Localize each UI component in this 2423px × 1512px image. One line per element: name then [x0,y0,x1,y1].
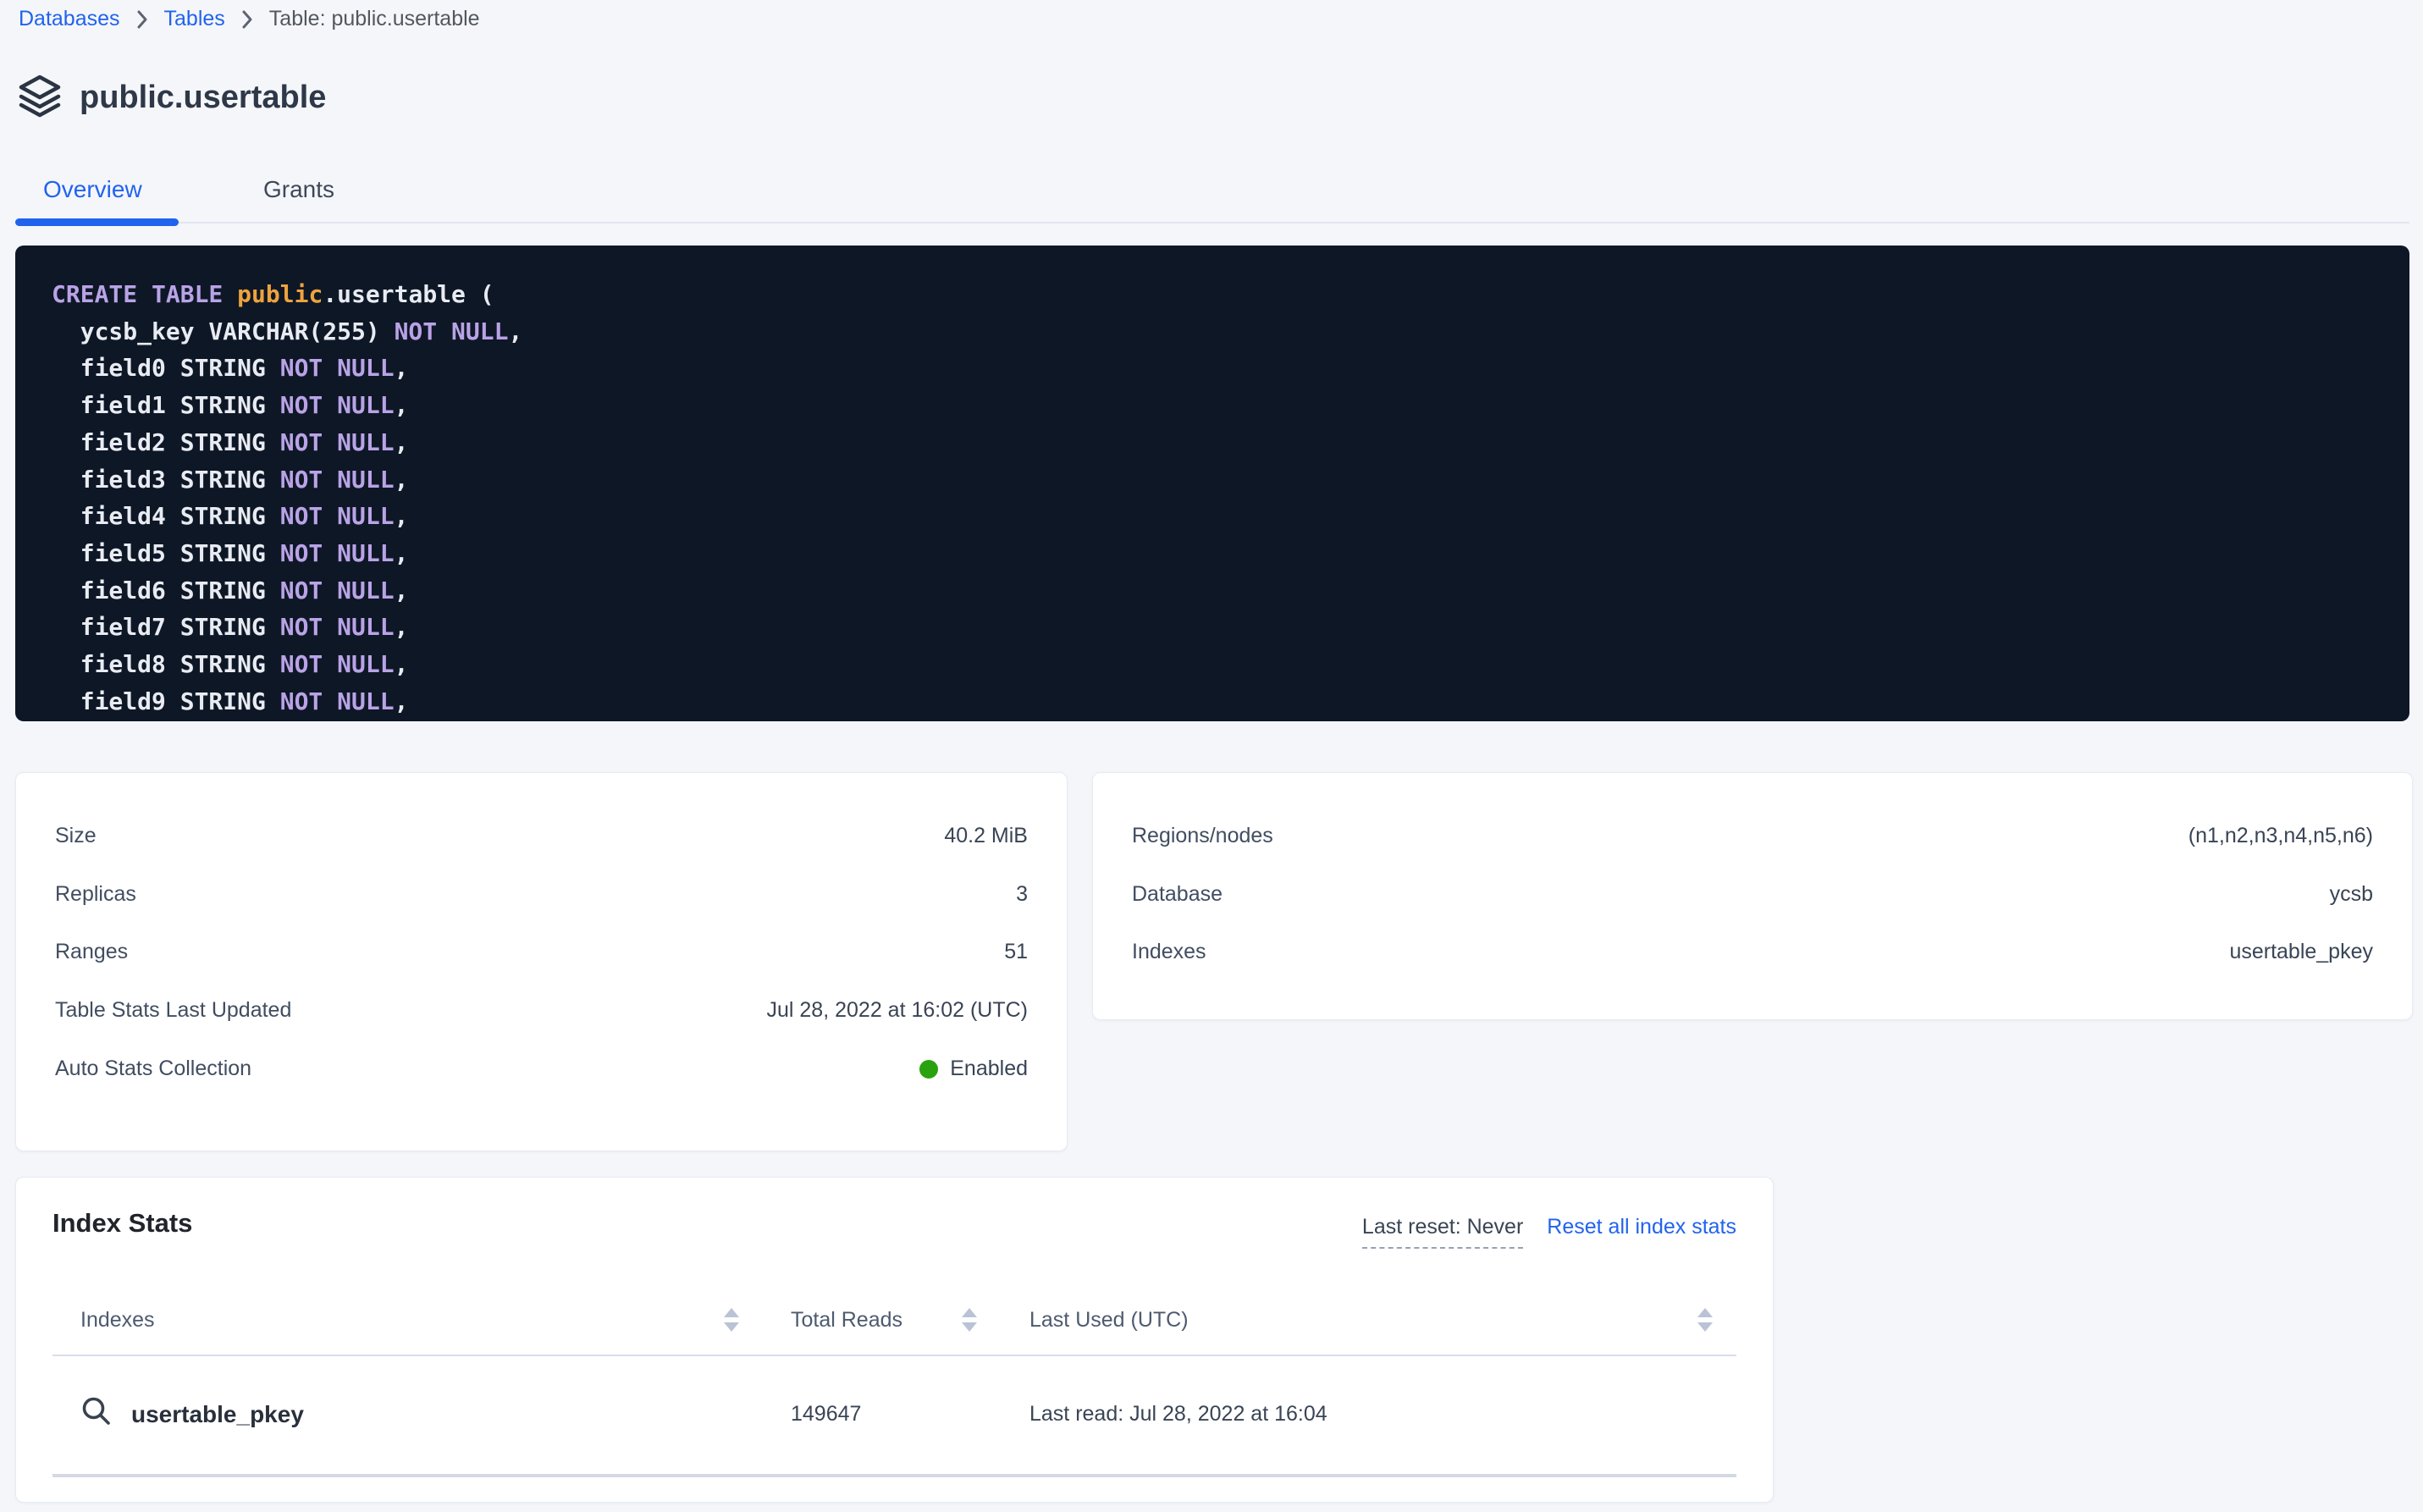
sort-carets-icon [724,1308,739,1332]
stat-row-stats-updated: Table Stats Last Updated Jul 28, 2022 at… [55,981,1028,1040]
stat-label: Auto Stats Collection [55,1057,251,1081]
tab-overview[interactable]: Overview [15,157,170,222]
sql-line: ycsb_key VARCHAR(255) NOT NULL, [52,313,2409,350]
table-row: usertable_pkey 149647 Last read: Jul 28,… [52,1355,1736,1477]
create-table-statement: CREATE TABLE public.usertable ( ycsb_key… [15,246,2409,721]
sql-line: field5 STRING NOT NULL, [52,535,2409,572]
stat-label: Replicas [55,882,136,907]
tab-bar: Overview Grants [15,157,2409,223]
status-text: Enabled [950,1057,1028,1081]
stat-value: (n1,n2,n3,n4,n5,n6) [2188,824,2373,848]
stat-label: Regions/nodes [1132,824,1273,848]
stat-row-auto-stats: Auto Stats Collection Enabled [55,1040,1028,1098]
breadcrumb-link-tables[interactable]: Tables [164,7,225,31]
stat-label: Database [1132,882,1223,907]
stat-value: 51 [1004,940,1028,964]
index-stats-card: Index Stats Last reset: Never Reset all … [15,1177,1774,1503]
sql-line: field2 STRING NOT NULL, [52,424,2409,461]
reset-index-stats-link[interactable]: Reset all index stats [1547,1215,1736,1239]
stat-row-ranges: Ranges 51 [55,924,1028,982]
sql-line: field6 STRING NOT NULL, [52,572,2409,610]
stat-value: Enabled [919,1057,1028,1081]
stat-row-size: Size 40.2 MiB [55,807,1028,865]
sort-carets-icon [1697,1308,1713,1332]
column-label: Indexes [80,1308,155,1333]
active-tab-underline [15,218,179,226]
stat-label: Size [55,824,97,848]
status-enabled-dot [919,1060,938,1079]
column-label: Total Reads [791,1308,902,1333]
stat-value: usertable_pkey [2229,940,2373,964]
tab-overview-label: Overview [43,176,142,202]
sql-line: field8 STRING NOT NULL, [52,646,2409,683]
breadcrumb: Databases Tables Table: public.usertable [19,7,480,31]
chevron-right-icon [135,8,149,30]
index-stats-title: Index Stats [52,1208,192,1239]
stat-label: Table Stats Last Updated [55,998,291,1023]
magnifier-icon [80,1395,113,1433]
last-used-cell: Last read: Jul 28, 2022 at 16:04 [987,1402,1736,1426]
sort-carets-icon [962,1308,977,1332]
tab-grants[interactable]: Grants [235,157,362,222]
stat-label: Indexes [1132,940,1206,964]
breadcrumb-current: Table: public.usertable [269,7,480,31]
stat-row-indexes: Indexes usertable_pkey [1132,924,2373,982]
index-stats-actions: Last reset: Never Reset all index stats [1362,1215,1736,1249]
column-header-total-reads[interactable]: Total Reads [763,1308,987,1333]
column-label: Last Used (UTC) [1029,1308,1189,1333]
chevron-right-icon [240,8,254,30]
stat-value: Jul 28, 2022 at 16:02 (UTC) [767,998,1029,1023]
total-reads-cell: 149647 [763,1402,987,1426]
sql-line: field9 STRING NOT NULL, [52,683,2409,720]
breadcrumb-link-databases[interactable]: Databases [19,7,120,31]
stat-row-database: Database ycsb [1132,865,2373,924]
sql-line: field4 STRING NOT NULL, [52,498,2409,535]
last-reset-label: Last reset: Never [1362,1215,1523,1249]
sql-line: CREATE TABLE public.usertable ( [52,276,2409,313]
sql-line: field3 STRING NOT NULL, [52,461,2409,499]
stack-icon [17,73,63,123]
stat-value: 3 [1016,882,1028,907]
sql-line: field0 STRING NOT NULL, [52,350,2409,387]
table-location-card: Regions/nodes (n1,n2,n3,n4,n5,n6) Databa… [1092,772,2413,1020]
page-title: public.usertable [80,74,326,120]
column-header-indexes[interactable]: Indexes [52,1308,763,1333]
sql-line: field1 STRING NOT NULL, [52,387,2409,424]
index-name: usertable_pkey [131,1401,304,1428]
stat-row-regions: Regions/nodes (n1,n2,n3,n4,n5,n6) [1132,807,2373,865]
tab-grants-label: Grants [263,176,334,202]
stat-row-replicas: Replicas 3 [55,865,1028,924]
stat-value: 40.2 MiB [944,824,1028,848]
stat-label: Ranges [55,940,128,964]
sql-line: field7 STRING NOT NULL, [52,609,2409,646]
index-table-header: Indexes Total Reads Last Used (UTC) [52,1285,1736,1356]
column-header-last-used[interactable]: Last Used (UTC) [987,1308,1736,1333]
index-name-cell[interactable]: usertable_pkey [52,1395,763,1433]
table-details-card: Size 40.2 MiB Replicas 3 Ranges 51 Table… [15,772,1068,1151]
stat-value: ycsb [2330,882,2373,907]
